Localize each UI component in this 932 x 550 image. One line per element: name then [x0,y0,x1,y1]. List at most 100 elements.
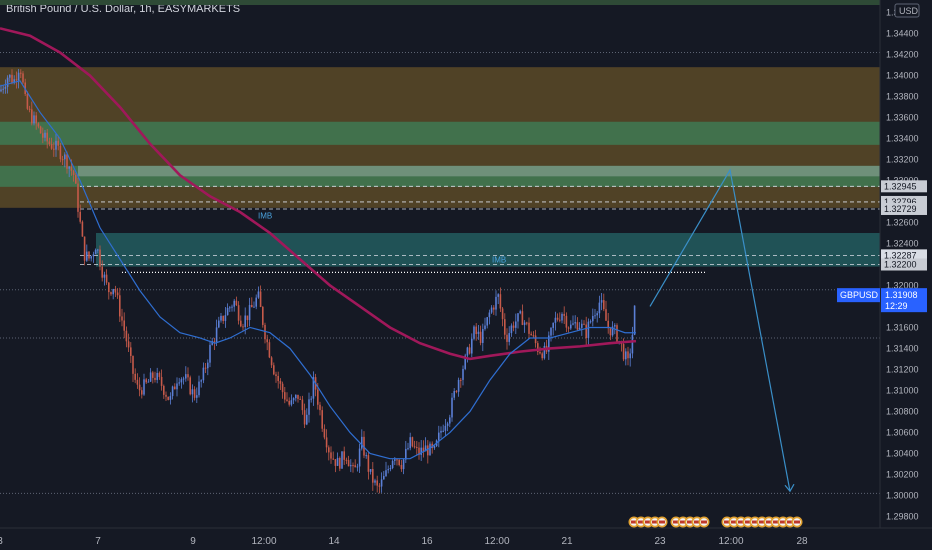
y-tick-label: 1.31600 [886,322,919,332]
candle-body [347,460,350,467]
candle-body [277,375,279,382]
candle-body [114,289,117,293]
candle-body [451,397,453,418]
countdown-label: 12:29 [885,301,908,311]
candle-body [248,304,251,321]
candle-body [398,459,400,466]
candle-body [376,480,378,486]
projection-layer [649,168,795,493]
candle-body [378,485,381,487]
candle-body [583,323,585,325]
candle-body [92,254,95,257]
candle-body [460,379,462,381]
candle-body [121,316,123,321]
candle-body [442,430,444,432]
candle-body [17,72,20,81]
candle-body [229,307,231,309]
candle-body [506,334,508,342]
candle-body [552,322,554,328]
candle-body [103,274,106,278]
candle-body [416,446,418,448]
candle-body [383,476,385,480]
candle-body [28,108,31,110]
candle-body [268,342,271,358]
candle-body [123,320,125,331]
candle-body [180,379,183,383]
candle-body [308,399,310,415]
candle-body [372,468,374,483]
y-tick-label: 1.33400 [886,134,919,144]
candle-body [471,338,473,354]
candle-body [185,374,187,379]
candle-body [385,470,387,477]
candle-body [528,322,530,334]
candle-body [332,458,334,460]
x-tick-label: 16 [421,536,433,547]
candle-body [433,445,436,449]
candle-body [198,381,200,396]
currency-label: USD [899,6,919,16]
candle-body [20,72,22,74]
candle-body [490,307,493,313]
candle-body [237,305,240,321]
candle-body [119,295,121,317]
projection-line [649,168,791,492]
candle-body [156,372,158,380]
candle-body [97,249,99,251]
candle-body [57,140,59,146]
candle-body [387,469,389,471]
candle-body [66,154,68,169]
candle-body [187,374,189,378]
candle-body [163,385,165,395]
candle-body [61,159,64,161]
candle-body [550,327,552,336]
candle-body [143,379,145,395]
y-tick-label: 1.30800 [886,406,919,416]
candle-body [138,384,141,391]
candle-body [350,465,352,467]
candle-body [493,307,495,310]
candle-body [352,465,354,467]
candle-body [145,379,147,383]
candle-body [394,459,396,461]
candle-body [174,386,176,390]
candle-body [154,377,156,380]
candle-body [77,183,79,212]
candle-body [358,448,361,467]
candle-body [165,394,167,397]
candle-body [519,311,521,314]
candle-body [303,410,306,425]
candle-body [396,459,398,461]
candle-body [523,322,526,325]
candle-body [26,94,29,109]
candle-body [484,325,486,330]
candle-body [275,374,277,376]
candle-body [598,302,601,314]
candle-body [365,455,367,457]
x-tick-label: 12:00 [484,536,509,547]
candle-body [31,109,33,124]
zone-teal-4 [96,233,880,267]
candle-body [101,266,103,278]
imb-label-0: IMB [258,211,272,220]
candle-body [171,386,174,397]
candle-body [319,404,321,411]
candle-body [70,166,73,171]
candle-body [288,400,290,405]
candle-body [270,357,273,366]
candle-body [572,323,574,325]
zone-gray-3 [78,165,880,177]
candle-body [567,327,570,329]
price-chart[interactable]: IMBIMB 1.346001.344001.342001.340001.338… [0,0,932,550]
candle-body [9,74,11,78]
zone-green-1 [0,121,880,145]
candle-body [473,326,475,339]
y-tick-label: 1.30400 [886,448,919,458]
candle-body [112,289,114,295]
candle-body [290,400,293,405]
candle-body [400,465,403,470]
candle-body [407,448,409,450]
candle-body [369,468,372,472]
x-tick-label: 7 [95,536,101,547]
candle-body [4,86,7,89]
